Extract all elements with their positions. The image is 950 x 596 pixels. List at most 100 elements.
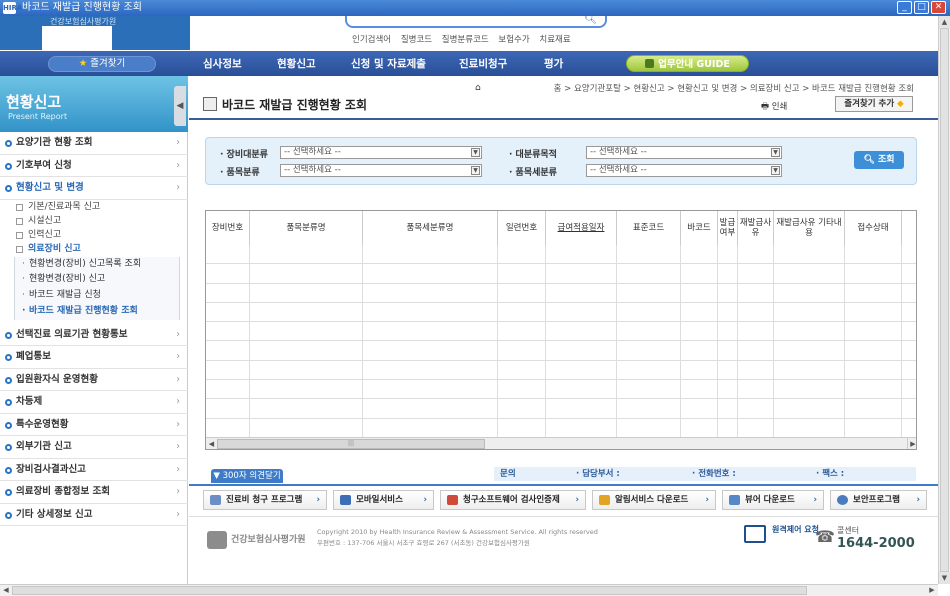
result-table: 장비번호 품목분류명 품목세분류명 일련번호 급여적용일자 표준코드 바코드 발…	[205, 210, 917, 450]
sidebar-item[interactable]: 요양기관 현황 조회 ›	[0, 132, 188, 155]
chevron-right-icon: ›	[176, 441, 180, 453]
sidebar-item-active[interactable]: 현황신고 및 변경 ›	[0, 177, 188, 200]
col-issued: 발급여부	[718, 211, 738, 245]
viewer-download-button[interactable]: 뷰어 다운로드 ›	[722, 490, 824, 510]
sidebar-item[interactable]: 장비검사결과신고 ›	[0, 459, 188, 482]
scroll-up-icon[interactable]: ▲	[939, 16, 950, 28]
sidebar-subitem[interactable]: 시설신고	[0, 214, 188, 228]
chevron-right-icon: ›	[316, 495, 320, 505]
scroll-thumb[interactable]: |||	[217, 439, 485, 449]
col-benefit-date[interactable]: 급여적용일자	[546, 211, 617, 245]
sidebar-item[interactable]: 선택진료 의료기관 현황통보 ›	[0, 324, 188, 347]
nav-status-report[interactable]: 현황신고	[277, 56, 316, 71]
table-hscrollbar[interactable]: ◀ ||| ▶	[206, 437, 916, 449]
table-row	[206, 399, 916, 419]
search-button[interactable]: 🔍︎ 조회	[854, 151, 904, 169]
minimize-button[interactable]: _	[897, 1, 912, 14]
sidebar-subitem[interactable]: 인력신고	[0, 228, 188, 242]
sidebar-subitem-active[interactable]: 의료장비 신고	[0, 242, 188, 256]
sidebar: 현황신고 Present Report ◀ 요양기관 현황 조회 › 기호부여 신…	[0, 76, 188, 584]
security-program-button[interactable]: 보안프로그램 ›	[830, 490, 927, 510]
page-hscrollbar[interactable]: ◀ ▶	[0, 584, 938, 596]
scroll-thumb[interactable]	[940, 28, 949, 572]
category-purpose-select[interactable]: -- 선택하세요 -- ▼	[586, 146, 782, 159]
chevron-down-icon: ▼	[771, 148, 780, 157]
favorites-button[interactable]: ★ 즐겨찾기	[48, 56, 156, 72]
guide-icon	[645, 59, 655, 68]
nav-review-info[interactable]: 심사정보	[203, 56, 242, 71]
billing-program-button[interactable]: 진료비 청구 프로그램 ›	[203, 490, 327, 510]
table-row	[206, 302, 916, 323]
sidebar-title: 현황신고	[6, 93, 62, 111]
search-icon[interactable]: 🔍︎	[584, 14, 597, 25]
sidebar-subitem[interactable]: 기본/진료과목 신고	[0, 200, 188, 214]
popular-term[interactable]: 보험수가	[498, 35, 529, 45]
sidebar-item[interactable]: 차등제 ›	[0, 391, 188, 414]
footer-divider	[189, 484, 938, 486]
table-row	[206, 264, 916, 284]
print-button[interactable]: 🖶 인쇄	[761, 100, 787, 115]
shield-icon	[837, 495, 848, 505]
item-subcategory-select[interactable]: -- 선택하세요 -- ▼	[586, 164, 782, 177]
sidebar-subsubitem[interactable]: 바코드 재발급 신청	[15, 288, 179, 305]
software-cert-button[interactable]: 청구소프트웨어 검사인증제 ›	[440, 490, 586, 510]
popular-term[interactable]: 치료재료	[539, 35, 570, 45]
popular-terms: 인기검색어 질병코드 질병분류코드 보험수가 치료재료	[352, 33, 578, 45]
add-favorite-button[interactable]: 즐겨찾기 추가 ◆	[835, 96, 913, 112]
scroll-thumb[interactable]	[12, 586, 807, 595]
certificate-icon	[447, 495, 458, 505]
page-vscrollbar[interactable]: ▲ ▼	[938, 16, 950, 584]
sidebar-item[interactable]: 폐업통보 ›	[0, 346, 188, 369]
chevron-right-icon: ›	[176, 508, 180, 520]
sidebar-item[interactable]: 기호부여 신청 ›	[0, 155, 188, 177]
footer-copyright: Copyright 2010 by Health Insurance Revie…	[317, 528, 598, 547]
home-icon[interactable]: ⌂	[475, 83, 481, 93]
sidebar-item[interactable]: 외부기관 신고 ›	[0, 436, 188, 459]
scroll-right-icon[interactable]: ▶	[907, 438, 916, 449]
search-input[interactable]: 🔍︎	[345, 14, 607, 28]
guide-button[interactable]: 업무안내 GUIDE	[626, 55, 749, 72]
window-titlebar: HIRA 바코드 재발급 진행현황 조회 _ □ ✕	[0, 0, 950, 16]
scroll-left-icon[interactable]: ◀	[206, 438, 217, 449]
alert-service-button[interactable]: 알림서비스 다운로드 ›	[592, 490, 716, 510]
site-logo[interactable]: 건강보험심사평가원	[0, 16, 190, 50]
sidebar-subtitle: Present Report	[8, 112, 68, 121]
mobile-service-button[interactable]: 모바일서비스 ›	[333, 490, 434, 510]
popular-term[interactable]: 질병분류코드	[442, 35, 489, 45]
table-row	[206, 322, 916, 342]
mobile-icon	[340, 495, 351, 505]
remote-support-button[interactable]: 원격제어 요청	[744, 525, 819, 543]
nav-apply-submit[interactable]: 신청 및 자료제출	[351, 56, 426, 71]
title-divider	[189, 118, 938, 120]
bullet-icon	[5, 331, 12, 339]
monitor-icon	[744, 525, 766, 543]
nav-evaluation[interactable]: 평가	[544, 56, 563, 71]
sidebar-collapse-button[interactable]: ◀	[174, 86, 186, 126]
equipment-category-label: · 장비대분류	[220, 150, 268, 160]
close-button[interactable]: ✕	[931, 1, 946, 14]
sidebar-item[interactable]: 특수운영현황 ›	[0, 414, 188, 437]
scroll-right-icon[interactable]: ▶	[926, 585, 938, 596]
sidebar-item[interactable]: 기타 상세정보 신고 ›	[0, 504, 188, 527]
comment-tab[interactable]: ▼ 300자 의견달기	[211, 469, 283, 483]
sidebar-item[interactable]: 의료장비 종합정보 조회 ›	[0, 481, 188, 504]
maximize-button[interactable]: □	[914, 1, 929, 14]
chevron-right-icon: ›	[916, 495, 920, 505]
popular-term[interactable]: 질병코드	[401, 35, 432, 45]
sidebar-subsubitem[interactable]: 현황변경(장비) 신고목록 조회	[15, 256, 179, 273]
alert-icon	[599, 495, 610, 505]
equipment-category-select[interactable]: -- 선택하세요 -- ▼	[280, 146, 482, 159]
plus-icon: ◆	[897, 99, 904, 109]
scroll-left-icon[interactable]: ◀	[0, 585, 12, 596]
sidebar-subsubitem-active[interactable]: 바코드 재발급 진행현황 조회	[15, 304, 179, 320]
sidebar-item[interactable]: 입원환자식 운영현황 ›	[0, 369, 188, 392]
item-category-select[interactable]: -- 선택하세요 -- ▼	[280, 164, 482, 177]
nav-billing[interactable]: 진료비청구	[459, 56, 507, 71]
bullet-icon	[5, 376, 12, 384]
chevron-right-icon: ›	[575, 495, 579, 505]
table-row	[206, 283, 916, 303]
sidebar-subsubitem[interactable]: 현황변경(장비) 신고	[15, 272, 179, 289]
scroll-down-icon[interactable]: ▼	[939, 572, 950, 584]
col-barcode: 바코드	[681, 211, 718, 245]
col-standard-code: 표준코드	[617, 211, 681, 245]
